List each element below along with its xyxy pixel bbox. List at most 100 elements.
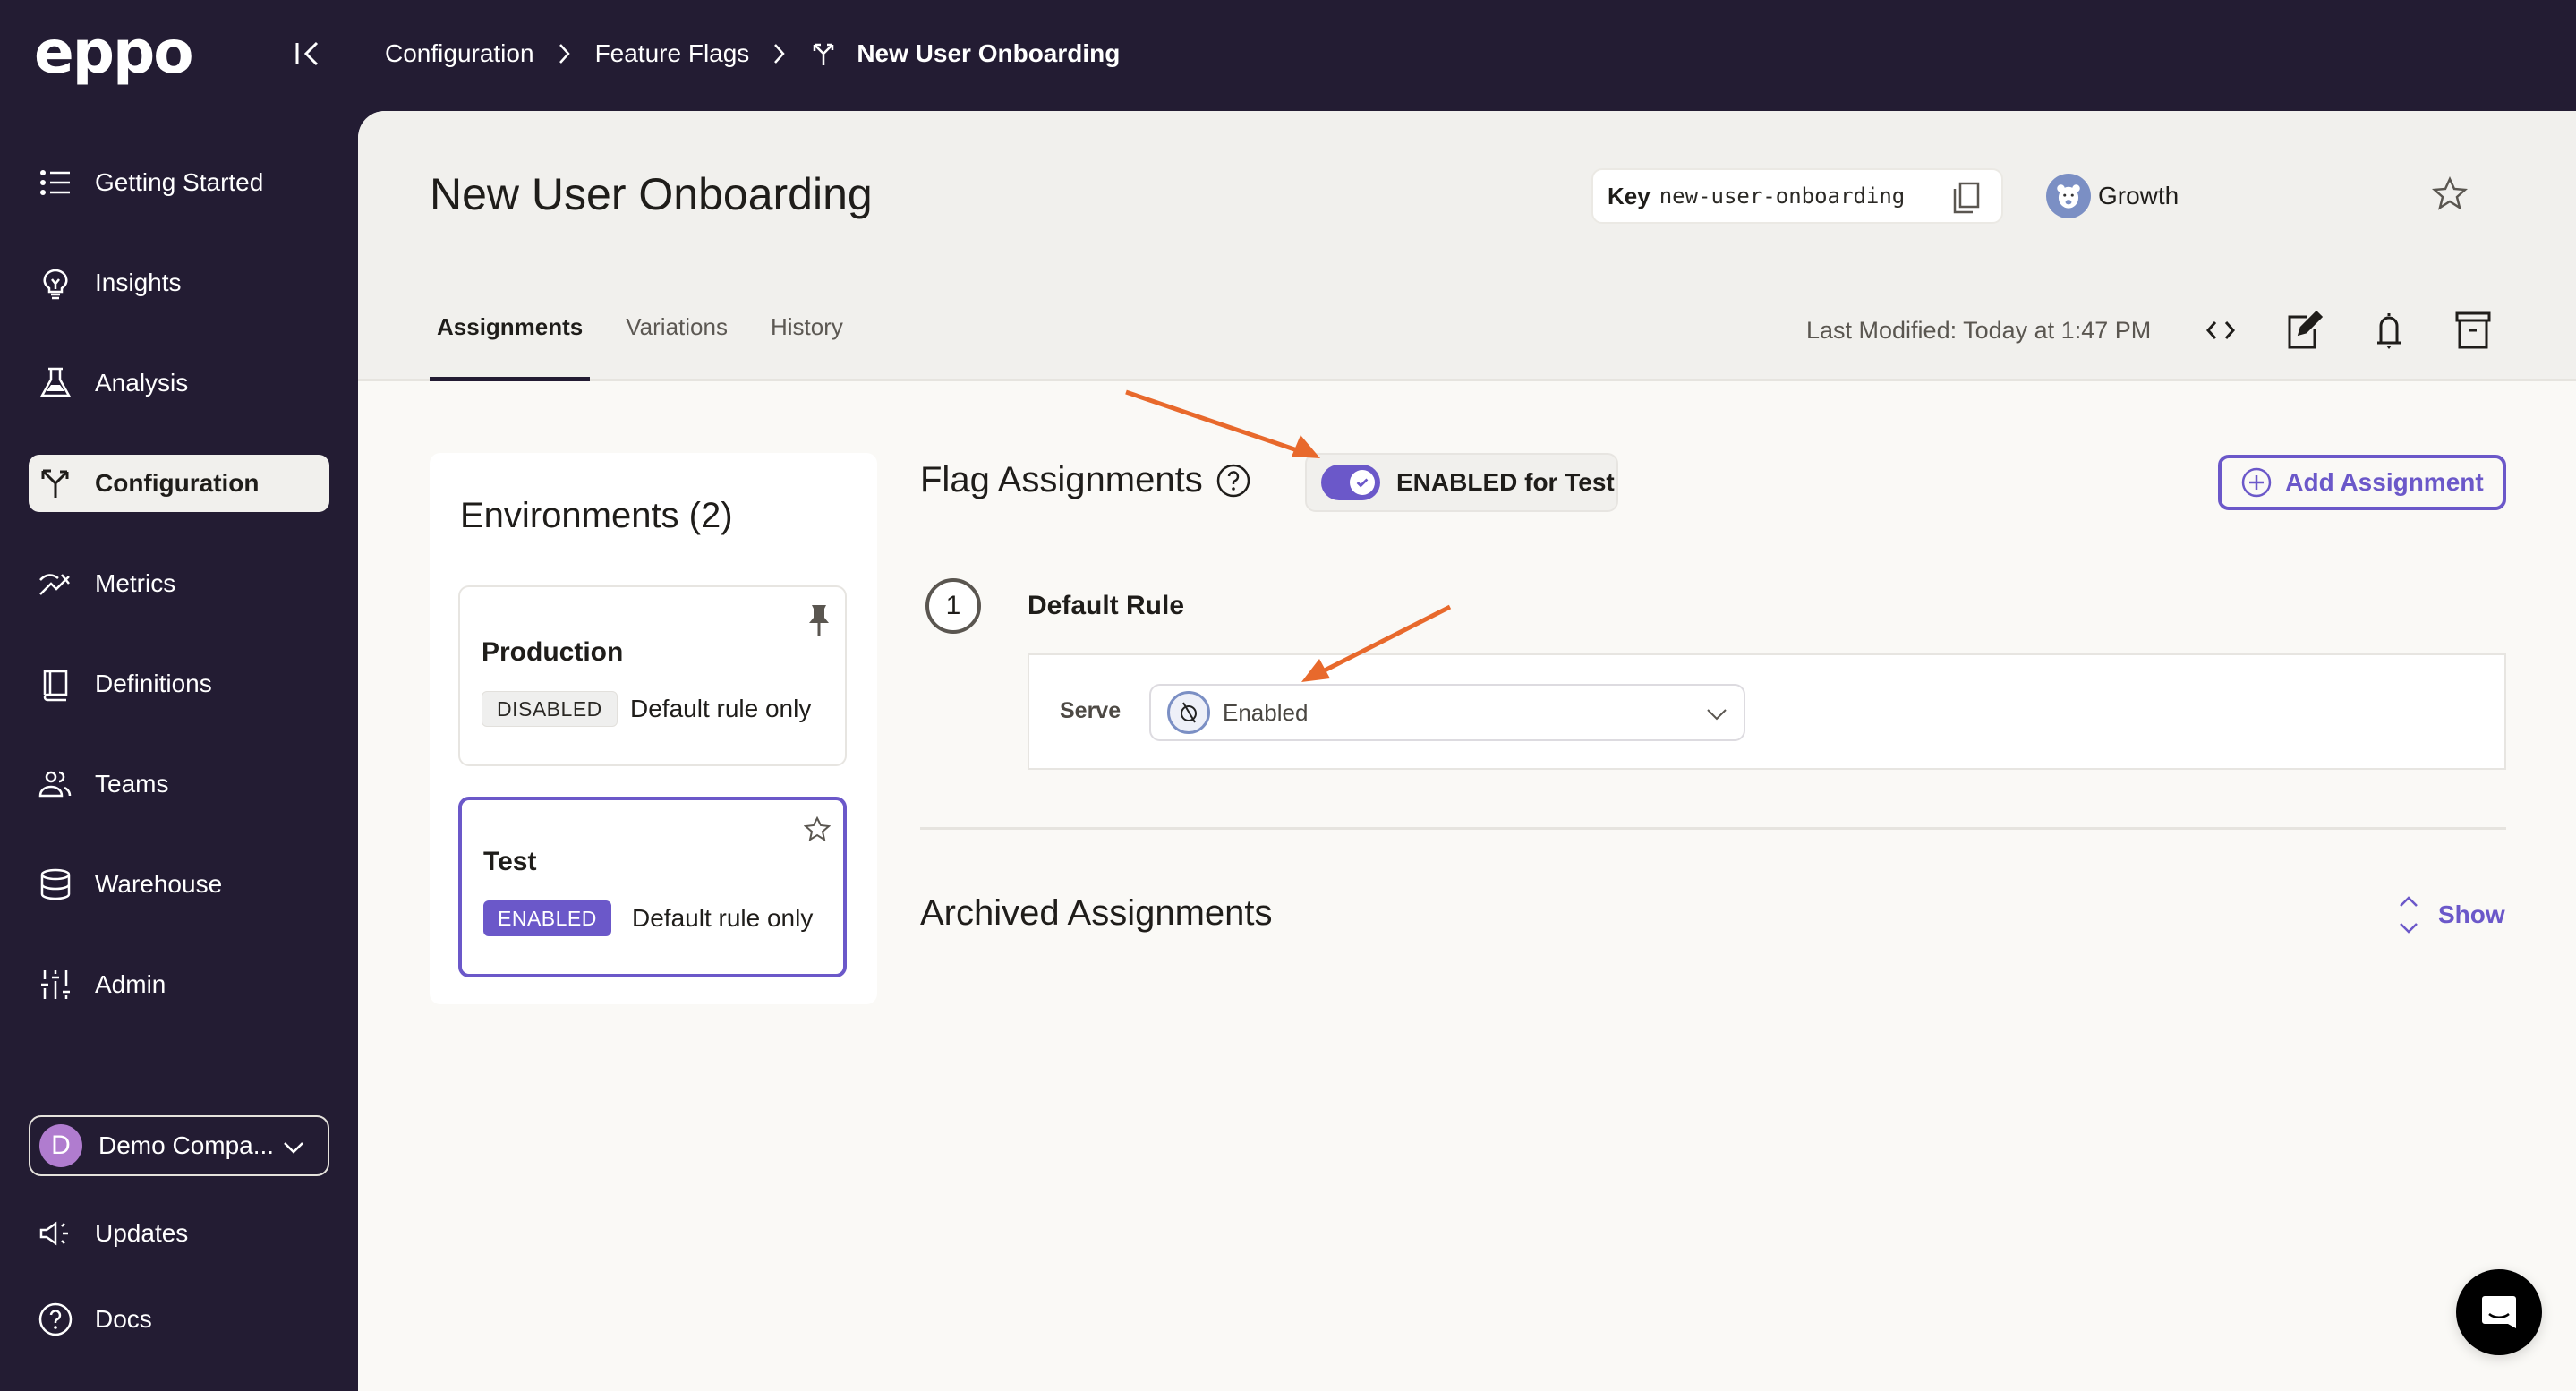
trend-icon [38, 566, 73, 602]
users-icon [38, 766, 73, 802]
sidebar-item-warehouse[interactable]: Warehouse [29, 856, 329, 913]
flag-header: New User Onboarding Key new-user-onboard… [358, 111, 2576, 381]
page-title: New User Onboarding [430, 169, 873, 219]
sidebar-item-label: Admin [95, 970, 166, 998]
tabs: Assignments Variations History [430, 306, 879, 381]
sidebar-item-label: Docs [95, 1305, 152, 1333]
environments-title: Environments (2) [460, 496, 733, 535]
sidebar-item-label: Configuration [95, 469, 260, 497]
bell-icon [2377, 313, 2401, 349]
sidebar-item-label: Teams [95, 770, 169, 798]
chevron-down-icon [1707, 709, 1727, 721]
show-archived-button[interactable]: Show [2397, 895, 2505, 934]
sidebar-item-teams[interactable]: Teams [29, 755, 329, 813]
help-circle-icon [38, 1301, 73, 1337]
bear-icon [2046, 174, 2091, 218]
archived-assignments-title: Archived Assignments [920, 893, 1273, 933]
star-icon[interactable] [804, 816, 831, 843]
book-icon [38, 666, 73, 702]
edit-icon [2288, 310, 2324, 349]
check-icon [1350, 470, 1375, 495]
help-icon[interactable] [1215, 463, 1251, 499]
serve-value: Enabled [1223, 698, 1309, 726]
sidebar-item-updates[interactable]: Updates [29, 1205, 329, 1262]
lightbulb-icon [38, 265, 73, 301]
sidebar-item-label: Warehouse [95, 870, 223, 898]
breadcrumb-feature-flags[interactable]: Feature Flags [595, 39, 750, 68]
sidebar-item-label: Analysis [95, 369, 189, 397]
eppo-logo[interactable]: eppo [34, 21, 194, 84]
tab-history[interactable]: History [763, 306, 850, 381]
tab-assignments[interactable]: Assignments [430, 306, 591, 381]
flag-split-icon [814, 43, 834, 65]
collapse-icon [295, 41, 319, 66]
sidebar-item-getting-started[interactable]: Getting Started [29, 154, 329, 211]
status-badge: ENABLED [483, 900, 611, 936]
status-badge: DISABLED [482, 691, 618, 727]
environments-panel: Environments (2) Production DISABLED Def… [430, 453, 877, 1004]
archive-icon [2455, 311, 2491, 349]
sidebar-item-metrics[interactable]: Metrics [29, 555, 329, 612]
sidebar-item-label: Getting Started [95, 168, 264, 196]
add-assignment-label: Add Assignment [2285, 468, 2484, 496]
copy-icon[interactable] [1951, 181, 1982, 215]
database-icon [38, 866, 73, 902]
org-avatar: D [39, 1124, 82, 1167]
star-icon[interactable] [2431, 175, 2469, 213]
sliders-icon [38, 967, 73, 1003]
variation-icon [1167, 691, 1210, 734]
flask-icon [38, 365, 73, 401]
breadcrumb-configuration[interactable]: Configuration [385, 39, 534, 68]
show-label: Show [2438, 900, 2505, 928]
sidebar: Getting Started Insights Analysis Config… [0, 111, 358, 1391]
env-card-test[interactable]: Test ENABLED Default rule only [458, 797, 847, 977]
org-switcher[interactable]: D Demo Compa... [29, 1115, 329, 1176]
flag-assignments-label: Flag Assignments [920, 460, 1203, 499]
sidebar-item-label: Updates [95, 1219, 189, 1247]
env-name: Production [482, 637, 624, 667]
org-name: Demo Compa... [98, 1131, 275, 1159]
sidebar-item-docs[interactable]: Docs [29, 1291, 329, 1348]
sidebar-item-analysis[interactable]: Analysis [29, 354, 329, 412]
team-badge[interactable]: Growth [2046, 174, 2179, 218]
key-label: Key [1608, 182, 1651, 209]
tab-variations[interactable]: Variations [618, 306, 735, 381]
toggle-switch[interactable] [1321, 465, 1380, 500]
env-card-production[interactable]: Production DISABLED Default rule only [458, 585, 847, 766]
list-icon [38, 165, 73, 201]
env-enabled-toggle[interactable]: ENABLED for Test [1305, 453, 1618, 512]
breadcrumb: Configuration Feature Flags New User Onb… [385, 34, 1120, 73]
flag-assignments-title: Flag Assignments [920, 460, 1251, 500]
key-value: new-user-onboarding [1659, 183, 1906, 209]
chevron-right-icon [774, 44, 785, 64]
megaphone-icon [38, 1216, 73, 1251]
sidebar-item-label: Definitions [95, 670, 212, 697]
breadcrumb-current: New User Onboarding [857, 39, 1121, 67]
env-name: Test [483, 847, 537, 876]
code-icon [2205, 321, 2236, 339]
divider [920, 827, 2506, 830]
toggle-label: ENABLED for Test [1396, 468, 1615, 496]
notifications-button[interactable] [2368, 310, 2410, 351]
sidebar-item-label: Insights [95, 269, 182, 296]
archive-button[interactable] [2452, 310, 2494, 351]
edit-button[interactable] [2284, 310, 2325, 351]
serve-variation-select[interactable]: Enabled [1149, 684, 1745, 741]
default-rule-box: Serve Enabled [1028, 653, 2506, 770]
code-button[interactable] [2200, 310, 2241, 351]
add-assignment-button[interactable]: Add Assignment [2218, 455, 2506, 510]
pin-icon[interactable] [806, 603, 832, 637]
chat-launcher[interactable] [2456, 1269, 2542, 1355]
sidebar-item-insights[interactable]: Insights [29, 254, 329, 311]
sidebar-item-definitions[interactable]: Definitions [29, 655, 329, 713]
flag-key: Key new-user-onboarding [1591, 168, 2003, 224]
sidebar-item-configuration[interactable]: Configuration [29, 455, 329, 512]
chevron-right-icon [559, 44, 570, 64]
collapse-sidebar-button[interactable] [292, 38, 324, 70]
expand-icon [2400, 896, 2418, 934]
chevron-down-icon [284, 1142, 303, 1154]
sidebar-item-admin[interactable]: Admin [29, 956, 329, 1013]
main-content: New User Onboarding Key new-user-onboard… [358, 111, 2576, 1391]
flag-split-icon [38, 465, 73, 501]
chat-icon [2482, 1296, 2516, 1328]
